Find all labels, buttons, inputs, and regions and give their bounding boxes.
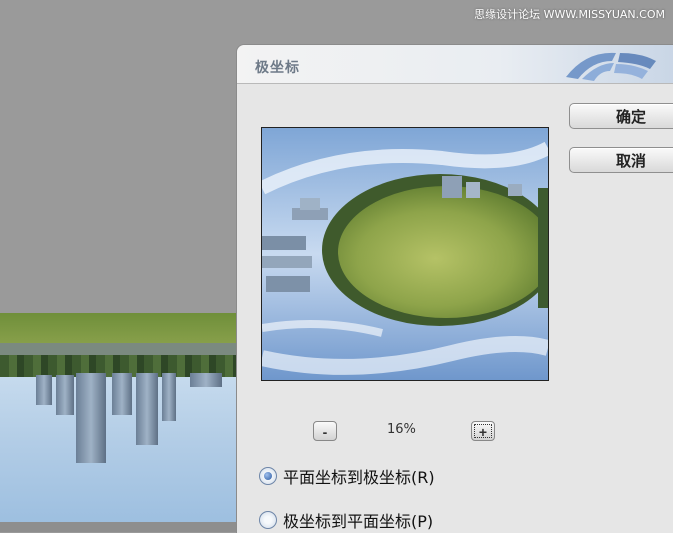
canvas-building [36,375,52,405]
canvas-building [56,375,74,415]
option-rect-to-polar[interactable]: 平面坐标到极坐标(R) [259,465,435,487]
canvas-building [112,373,132,415]
polar-coordinates-dialog: 极坐标 确定 取消 - 16% + 平面坐标到极坐标(R) 极坐标到平面坐标(P… [236,44,673,533]
option-rect-to-polar-label: 平面坐标到极坐标(R) [283,468,435,487]
window-logo-icon [566,52,656,81]
canvas-building [162,373,176,421]
canvas-building [76,373,106,463]
canvas-building [190,373,222,387]
option-polar-to-rect-label: 极坐标到平面坐标(P) [283,512,434,531]
zoom-out-button[interactable]: - [313,421,337,441]
dialog-title: 极坐标 [255,60,300,76]
filter-preview[interactable] [261,127,549,381]
canvas-road [0,343,240,355]
radio-polar-to-rect[interactable] [259,511,277,529]
option-polar-to-rect[interactable]: 极坐标到平面坐标(P) [259,509,433,531]
zoom-level: 16% [387,422,416,437]
watermark: 思缘设计论坛 WWW.MISSYUAN.COM [474,8,665,21]
ok-button[interactable]: 确定 [569,103,673,129]
dialog-titlebar[interactable]: 极坐标 [237,45,673,84]
canvas-grass [0,313,240,343]
canvas-image [0,313,240,523]
cancel-button[interactable]: 取消 [569,147,673,173]
canvas-building [136,373,158,445]
preview-image [262,128,548,380]
zoom-in-button[interactable]: + [471,421,495,441]
radio-rect-to-polar[interactable] [259,467,277,485]
canvas-edge [0,522,240,532]
